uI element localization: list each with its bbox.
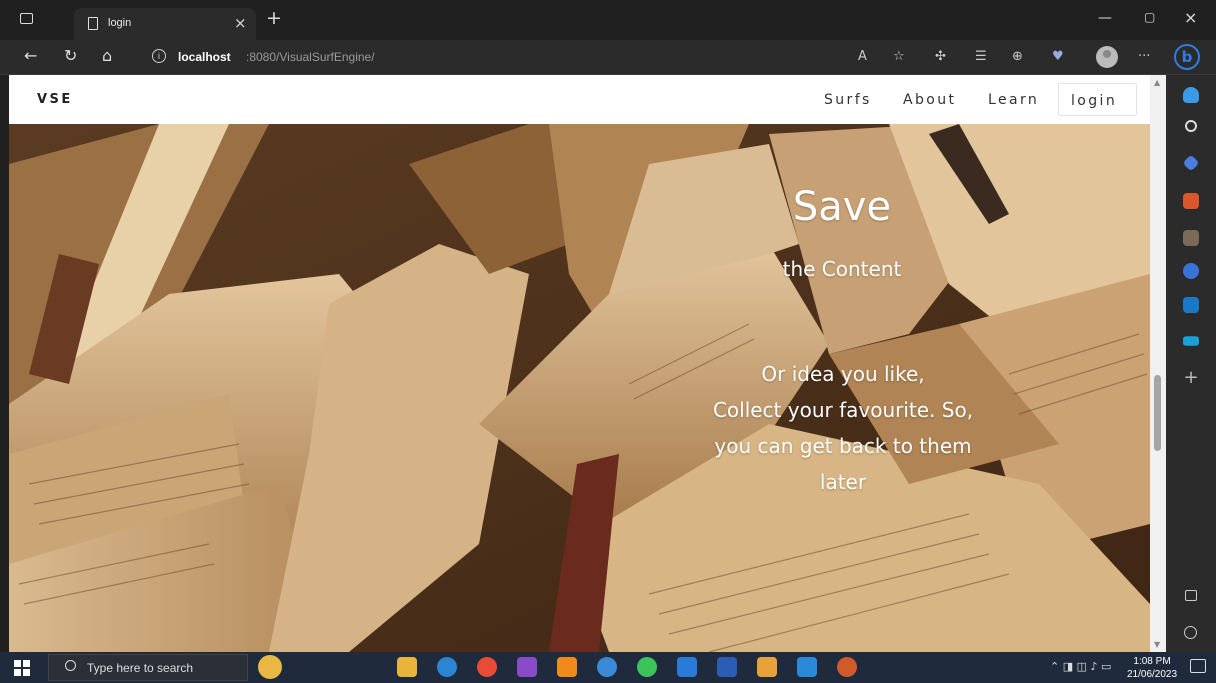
weather-icon[interactable]	[258, 655, 282, 679]
new-tab-button[interactable]: +	[266, 9, 282, 28]
vlc-icon[interactable]	[557, 657, 577, 677]
games-icon[interactable]	[1183, 230, 1199, 246]
word-icon[interactable]	[717, 657, 737, 677]
clock-date: 21/06/2023	[1127, 669, 1178, 680]
tab-title: login	[108, 17, 132, 29]
site-navbar: VSE Surfs About Learn login	[9, 75, 1150, 124]
home-icon[interactable]: ⌂	[102, 48, 112, 64]
nav-link-login-label: login	[1071, 93, 1118, 109]
hide-sidebar-icon[interactable]	[1185, 590, 1197, 601]
hero-subtitle: the Content	[782, 257, 902, 281]
page-icon	[88, 17, 98, 30]
vscode-icon[interactable]	[677, 657, 697, 677]
nav-link-about[interactable]: About	[903, 92, 956, 108]
address-bar[interactable]: i localhost :8080/VisualSurfEngine/	[146, 44, 926, 71]
hero-body-line: Collect your favourite. So,	[712, 398, 974, 422]
settings-icon[interactable]	[1184, 626, 1197, 639]
health-icon[interactable]: ♥	[1052, 50, 1064, 64]
star-icon[interactable]: ☆	[893, 50, 905, 64]
scrollbar-thumb[interactable]	[1154, 375, 1161, 451]
read-aloud-icon[interactable]: A	[858, 50, 867, 64]
shopping-icon[interactable]	[1182, 154, 1200, 172]
app-icon[interactable]	[797, 657, 817, 677]
tools-icon[interactable]	[1183, 193, 1199, 209]
notification-icon[interactable]	[1183, 87, 1199, 103]
office-icon[interactable]	[1183, 263, 1199, 279]
page-scrollbar[interactable]: ▲ ▼	[1150, 75, 1166, 652]
app-icon[interactable]	[837, 657, 857, 677]
hero-body-line: later	[819, 470, 867, 494]
hero-body-line: you can get back to them	[714, 434, 972, 458]
site-brand[interactable]: VSE	[37, 92, 73, 107]
file-explorer-icon[interactable]	[397, 657, 417, 677]
tab-actions-icon[interactable]	[20, 13, 33, 24]
windows-taskbar: Type here to search ⌃ ◨ ◫ ♪ ▭ 1:08 PM 21…	[0, 652, 1216, 683]
taskbar-search-placeholder: Type here to search	[87, 661, 194, 675]
scroll-up-icon[interactable]: ▲	[1154, 78, 1160, 87]
search-icon	[65, 660, 76, 671]
hero-body-line: Or idea you like,	[761, 362, 925, 386]
browser-tab-bar: login × + — ▢ ×	[0, 0, 1216, 40]
whatsapp-icon[interactable]	[637, 657, 657, 677]
collections-icon[interactable]: ⊕	[1012, 50, 1023, 64]
add-icon[interactable]: +	[1183, 369, 1199, 387]
outlook-icon[interactable]	[1183, 297, 1199, 313]
close-window-button[interactable]: ×	[1184, 8, 1197, 27]
taskbar-search-box[interactable]: Type here to search	[48, 654, 248, 681]
nav-link-learn[interactable]: Learn	[988, 92, 1039, 108]
chrome-app-icon[interactable]	[477, 657, 497, 677]
search-icon[interactable]	[1185, 120, 1197, 132]
favorites-icon[interactable]: ☰	[975, 50, 987, 64]
visual-studio-icon[interactable]	[517, 657, 537, 677]
url-path: :8080/VisualSurfEngine/	[246, 50, 375, 64]
back-arrow-icon[interactable]: ←	[24, 48, 37, 64]
extensions-icon[interactable]: ✣	[935, 50, 946, 64]
nav-link-surfs[interactable]: Surfs	[824, 92, 872, 108]
app-icon[interactable]	[757, 657, 777, 677]
address-toolbar: ← ↻ ⌂ i localhost :8080/VisualSurfEngine…	[0, 40, 1216, 75]
more-icon[interactable]: ···	[1138, 50, 1150, 64]
notification-center-icon[interactable]	[1190, 659, 1206, 673]
windows-start-icon[interactable]	[14, 660, 30, 676]
restore-button[interactable]: ▢	[1144, 10, 1155, 24]
info-icon[interactable]: i	[152, 49, 166, 63]
profile-icon[interactable]	[1096, 46, 1118, 68]
nav-link-login[interactable]: login	[1058, 83, 1137, 116]
minimize-button[interactable]: —	[1098, 10, 1112, 26]
bing-icon[interactable]: b	[1174, 44, 1200, 70]
tray-icons[interactable]: ⌃ ◨ ◫ ♪ ▭	[1050, 660, 1111, 673]
refresh-icon[interactable]: ↻	[64, 48, 77, 64]
page-viewport: VSE Surfs About Learn login Save the Con…	[9, 75, 1150, 652]
hero-section: Save the Content Or idea you like, Colle…	[9, 124, 1150, 652]
edge-sidebar: +	[1166, 75, 1216, 652]
clock-time: 1:08 PM	[1133, 656, 1171, 667]
app-icon[interactable]	[597, 657, 617, 677]
url-host: localhost	[178, 50, 231, 64]
browser-tab[interactable]: login ×	[74, 8, 256, 40]
hero-body: Or idea you like, Collect your favourite…	[683, 356, 1003, 500]
close-tab-icon[interactable]: ×	[234, 14, 247, 32]
edge-app-icon[interactable]	[437, 657, 457, 677]
hero-title: Save	[792, 184, 892, 230]
drop-icon[interactable]	[1183, 336, 1199, 346]
scroll-down-icon[interactable]: ▼	[1154, 640, 1160, 649]
taskbar-clock[interactable]: 1:08 PM 21/06/2023	[1127, 655, 1177, 681]
